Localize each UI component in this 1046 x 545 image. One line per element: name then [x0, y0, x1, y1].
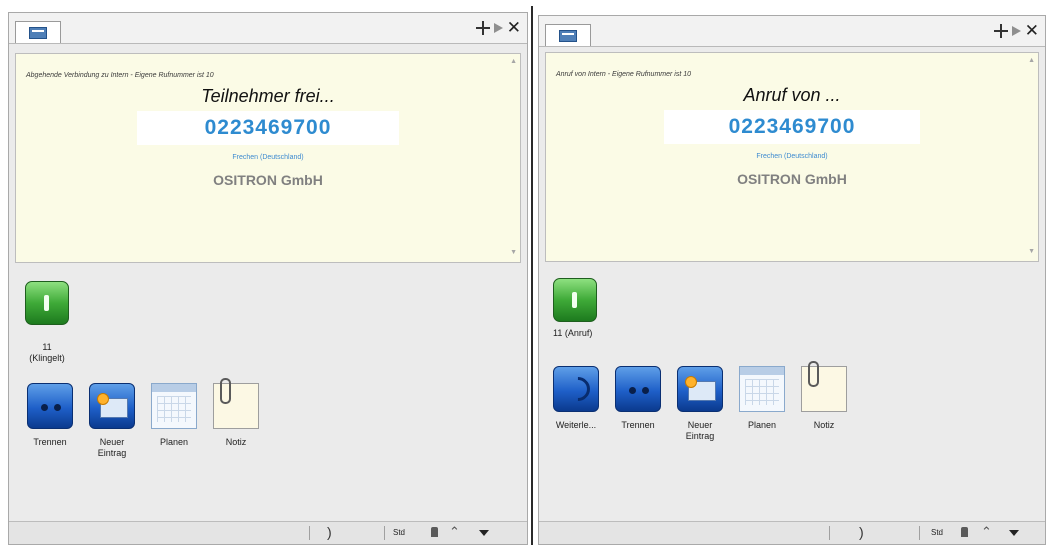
call-panel-left: ✕ ▲ ▼ Abgehende Verbindung zu Intern - E…: [8, 12, 528, 545]
disconnect-button[interactable]: Trennen: [607, 366, 669, 442]
panel-tabbar: ✕: [9, 13, 527, 44]
note-button[interactable]: Notiz: [205, 378, 267, 459]
screen-icon: [29, 27, 47, 39]
note-icon: [213, 378, 259, 429]
phone-number: 0223469700: [204, 116, 332, 139]
window-controls: ✕: [475, 18, 521, 38]
pin-icon[interactable]: [1011, 26, 1021, 36]
line-button[interactable]: 11 (Anruf): [553, 278, 597, 339]
handset-icon[interactable]: ): [859, 524, 864, 540]
collapse-up-icon[interactable]: ⌃: [981, 524, 992, 540]
call-display: ▲ ▼ Anruf von Intern - Eigene Rufnummer …: [545, 52, 1039, 262]
menu-down-icon[interactable]: [479, 530, 489, 536]
new-entry-button[interactable]: Neuer Eintrag: [81, 383, 143, 459]
calendar-icon: [151, 383, 197, 429]
plan-button[interactable]: Planen: [143, 383, 205, 459]
move-icon[interactable]: [993, 24, 1008, 38]
connection-info: Anruf von Intern - Eigene Rufnummer ist …: [556, 71, 692, 78]
call-display: ▲ ▼ Abgehende Verbindung zu Intern - Eig…: [15, 53, 521, 263]
disconnect-button[interactable]: Trennen: [19, 383, 81, 459]
close-icon[interactable]: ✕: [1025, 22, 1039, 39]
screen-icon: [559, 30, 577, 42]
status-separator: [919, 526, 920, 540]
scroll-up-icon[interactable]: ▲: [510, 58, 517, 65]
forward-icon: [553, 366, 599, 412]
call-panel-right: ✕ ▲ ▼ Anruf von Intern - Eigene Rufnumme…: [538, 15, 1046, 545]
close-icon[interactable]: ✕: [507, 19, 521, 36]
status-bar: ) Std ⌃: [539, 521, 1045, 544]
handset-icon[interactable]: ): [327, 524, 332, 540]
action-toolbar: Weiterle... Trennen Neuer Eintrag Planen…: [545, 361, 855, 442]
scroll-down-icon[interactable]: ▼: [510, 249, 517, 256]
lock-icon[interactable]: [961, 527, 968, 537]
action-label: Planen: [159, 437, 189, 447]
line-label: 11 (Anruf): [553, 328, 593, 338]
move-icon[interactable]: [475, 21, 490, 35]
lock-icon[interactable]: [431, 527, 438, 537]
action-label: Planen: [747, 420, 777, 430]
status-bar: ) Std ⌃: [9, 521, 527, 544]
pin-icon[interactable]: [493, 23, 503, 33]
action-label: Notiz: [225, 437, 247, 447]
caller-company: OSITRON GmbH: [737, 171, 847, 187]
new-entry-icon: [89, 383, 135, 429]
new-entry-button[interactable]: Neuer Eintrag: [669, 366, 731, 442]
note-icon: [801, 361, 847, 412]
caller-company: OSITRON GmbH: [213, 172, 323, 188]
caller-location: Frechen (Deutschland): [756, 153, 828, 160]
caller-location: Frechen (Deutschland): [232, 154, 304, 161]
menu-down-icon[interactable]: [1009, 530, 1019, 536]
collapse-up-icon[interactable]: ⌃: [449, 524, 460, 540]
action-label: Trennen: [621, 420, 655, 430]
phone-line-icon: [25, 281, 69, 325]
window-controls: ✕: [993, 21, 1039, 41]
disconnect-icon: [27, 383, 73, 429]
new-entry-icon: [677, 366, 723, 412]
panel-divider: [531, 6, 533, 545]
phone-line-icon: [553, 278, 597, 322]
action-label: Trennen: [33, 437, 67, 447]
phone-number: 0223469700: [728, 115, 856, 138]
plan-button[interactable]: Planen: [731, 366, 793, 442]
disconnect-icon: [615, 366, 661, 412]
action-label: Notiz: [813, 420, 835, 430]
connection-info: Abgehende Verbindung zu Intern - Eigene …: [26, 72, 214, 79]
line-label: 11 (Klingelt): [29, 342, 65, 363]
forward-button[interactable]: Weiterle...: [545, 366, 607, 442]
action-label: Neuer Eintrag: [97, 437, 127, 458]
scroll-up-icon[interactable]: ▲: [1028, 57, 1035, 64]
line-button[interactable]: 11 (Klingelt): [25, 281, 69, 364]
call-status: Anruf von ...: [743, 85, 841, 105]
action-label: Neuer Eintrag: [685, 420, 715, 441]
status-std[interactable]: Std: [931, 528, 943, 537]
action-label: Weiterle...: [555, 420, 597, 430]
call-status: Teilnehmer frei...: [201, 86, 335, 106]
status-separator: [384, 526, 385, 540]
scroll-down-icon[interactable]: ▼: [1028, 248, 1035, 255]
panel-tab[interactable]: [15, 21, 61, 43]
panel-tabbar: ✕: [539, 16, 1045, 47]
panel-tab[interactable]: [545, 24, 591, 46]
status-std[interactable]: Std: [393, 528, 405, 537]
status-separator: [309, 526, 310, 540]
status-separator: [829, 526, 830, 540]
action-toolbar: Trennen Neuer Eintrag Planen Notiz: [19, 378, 267, 459]
note-button[interactable]: Notiz: [793, 361, 855, 442]
calendar-icon: [739, 366, 785, 412]
